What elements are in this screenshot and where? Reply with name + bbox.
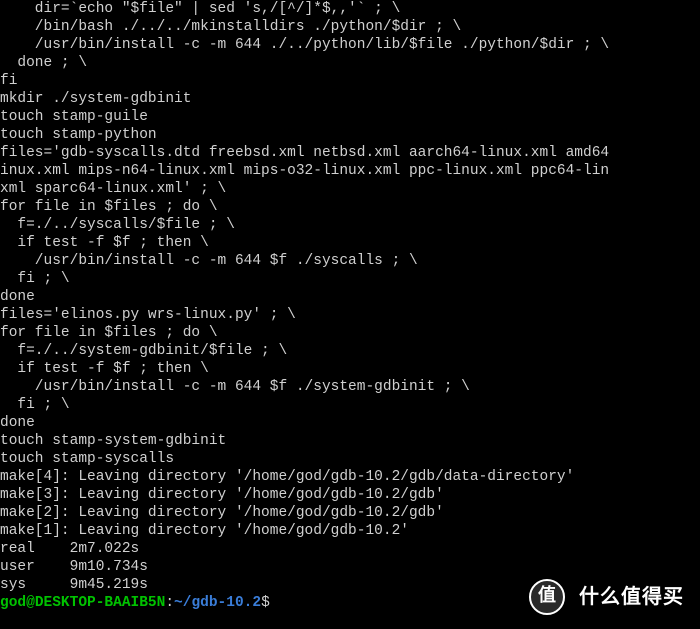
prompt-colon: : — [165, 595, 174, 611]
prompt-path: ~/gdb-10.2 — [174, 595, 261, 611]
terminal-line: if test -f $f ; then \ — [0, 234, 700, 252]
terminal-line: done ; \ — [0, 54, 700, 72]
terminal-line: /usr/bin/install -c -m 644 $f ./syscalls… — [0, 252, 700, 270]
terminal-line: touch stamp-guile — [0, 108, 700, 126]
prompt-host: DESKTOP-BAAIB5N — [35, 595, 166, 611]
terminal-line: make[4]: Leaving directory '/home/god/gd… — [0, 468, 700, 486]
cursor — [270, 596, 278, 611]
terminal-line: if test -f $f ; then \ — [0, 360, 700, 378]
terminal-line: touch stamp-system-gdbinit — [0, 432, 700, 450]
prompt-dollar: $ — [261, 595, 270, 611]
terminal-line: make[2]: Leaving directory '/home/god/gd… — [0, 504, 700, 522]
terminal-line: for file in $files ; do \ — [0, 324, 700, 342]
terminal-line: files='elinos.py wrs-linux.py' ; \ — [0, 306, 700, 324]
terminal-line: /usr/bin/install -c -m 644 $f ./system-g… — [0, 378, 700, 396]
terminal-line: user 9m10.734s — [0, 558, 700, 576]
terminal-line: done — [0, 414, 700, 432]
terminal-line: /usr/bin/install -c -m 644 ./../python/l… — [0, 36, 700, 54]
terminal-line: real 2m7.022s — [0, 540, 700, 558]
terminal-line: dir=`echo "$file" | sed 's,/[^/]*$,,'` ;… — [0, 0, 700, 18]
terminal-line: fi ; \ — [0, 396, 700, 414]
terminal-line: done — [0, 288, 700, 306]
prompt-user: god — [0, 595, 26, 611]
terminal-line: for file in $files ; do \ — [0, 198, 700, 216]
terminal-line: fi — [0, 72, 700, 90]
terminal-line: /bin/bash ./../../mkinstalldirs ./python… — [0, 18, 700, 36]
terminal-line: fi ; \ — [0, 270, 700, 288]
watermark-text: 什么值得买 — [571, 584, 692, 610]
terminal-line: touch stamp-python — [0, 126, 700, 144]
prompt-at: @ — [26, 595, 35, 611]
watermark-badge: 值 什么值得买 — [529, 579, 692, 615]
watermark-icon: 值 — [529, 579, 565, 615]
terminal-line: inux.xml mips-n64-linux.xml mips-o32-lin… — [0, 162, 700, 180]
terminal-line: mkdir ./system-gdbinit — [0, 90, 700, 108]
terminal-output[interactable]: dir=`echo "$file" | sed 's,/[^/]*$,,'` ;… — [0, 0, 700, 594]
terminal-line: f=./../system-gdbinit/$file ; \ — [0, 342, 700, 360]
terminal-line: make[3]: Leaving directory '/home/god/gd… — [0, 486, 700, 504]
terminal-line: f=./../syscalls/$file ; \ — [0, 216, 700, 234]
terminal-line: xml sparc64-linux.xml' ; \ — [0, 180, 700, 198]
terminal-line: files='gdb-syscalls.dtd freebsd.xml netb… — [0, 144, 700, 162]
terminal-line: touch stamp-syscalls — [0, 450, 700, 468]
terminal-line: make[1]: Leaving directory '/home/god/gd… — [0, 522, 700, 540]
